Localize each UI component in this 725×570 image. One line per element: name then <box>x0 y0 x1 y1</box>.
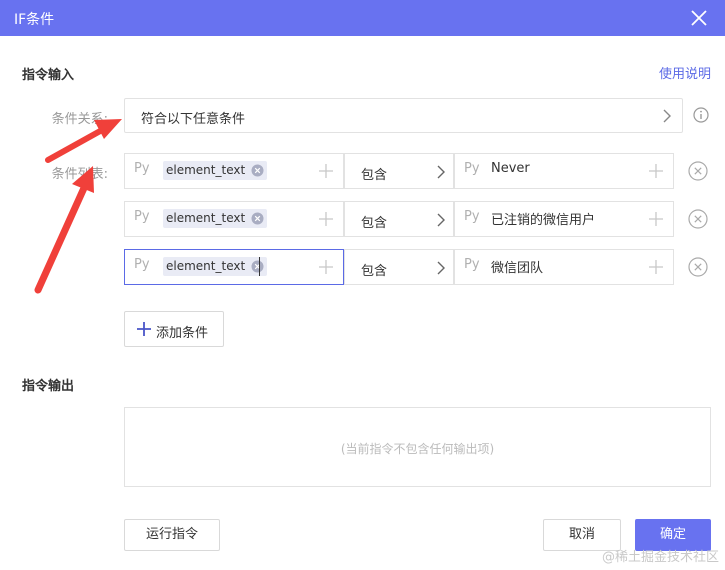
condition-variable-field[interactable]: Py element_text <box>124 201 344 237</box>
operator-value: 包含 <box>361 216 388 231</box>
variable-name: element_text <box>166 259 246 273</box>
input-section-title: 指令输入 <box>22 68 75 83</box>
output-section-title: 指令输出 <box>22 379 75 394</box>
output-panel: (当前指令不包含任何输出项) <box>124 407 711 487</box>
python-prefix: Py <box>464 257 480 272</box>
condition-value-field[interactable]: Py 已注销的微信用户 <box>454 201 674 237</box>
condition-value-field[interactable]: Py 微信团队 <box>454 249 674 285</box>
chevron-right-icon <box>437 213 445 227</box>
python-prefix: Py <box>134 209 150 224</box>
add-condition-button[interactable]: 添加条件 <box>124 311 224 347</box>
text-caret <box>259 257 260 276</box>
remove-chip-icon[interactable] <box>251 212 264 225</box>
help-link[interactable]: 使用说明 <box>659 63 711 82</box>
plus-icon[interactable] <box>649 164 663 178</box>
variable-chip: element_text <box>163 161 268 180</box>
run-button[interactable]: 运行指令 <box>124 519 220 551</box>
output-empty-text: (当前指令不包含任何输出项) <box>340 442 495 456</box>
condition-value: 微信团队 <box>491 261 544 276</box>
operator-value: 包含 <box>361 264 388 279</box>
info-icon[interactable] <box>693 107 709 123</box>
remove-chip-icon[interactable] <box>251 260 264 273</box>
window-title: IF条件 <box>14 12 55 28</box>
operator-value: 包含 <box>361 168 388 183</box>
python-prefix: Py <box>134 161 150 176</box>
remove-condition-icon[interactable] <box>688 209 708 229</box>
variable-chip: element_text <box>163 257 268 276</box>
plus-icon[interactable] <box>649 260 663 274</box>
condition-value-field[interactable]: Py Never <box>454 153 674 189</box>
condition-value: 已注销的微信用户 <box>491 213 596 228</box>
condition-variable-field[interactable]: Py element_text <box>124 249 344 285</box>
chevron-right-icon <box>437 261 445 275</box>
relation-value: 符合以下任意条件 <box>141 112 246 127</box>
title-bar: IF条件 <box>0 0 725 36</box>
python-prefix: Py <box>464 161 480 176</box>
plus-icon[interactable] <box>319 164 333 178</box>
condition-row: Py element_text 包含 Py 微信团队 <box>124 249 714 285</box>
python-prefix: Py <box>134 257 150 272</box>
conditions-label: 条件列表: <box>51 167 108 182</box>
annotation-arrow-conditions <box>34 166 94 294</box>
remove-condition-icon[interactable] <box>688 161 708 181</box>
condition-value: Never <box>491 161 530 176</box>
variable-name: element_text <box>166 163 246 177</box>
plus-icon[interactable] <box>319 260 333 274</box>
condition-row: Py element_text 包含 Py Never <box>124 153 714 189</box>
watermark: @稀土掘金技术社区 <box>601 550 719 565</box>
operator-select[interactable]: 包含 <box>344 153 454 189</box>
add-condition-label: 添加条件 <box>156 326 209 341</box>
python-prefix: Py <box>464 209 480 224</box>
condition-variable-field[interactable]: Py element_text <box>124 153 344 189</box>
remove-condition-icon[interactable] <box>688 257 708 277</box>
remove-chip-icon[interactable] <box>251 164 264 177</box>
plus-icon[interactable] <box>649 212 663 226</box>
plus-icon <box>137 322 151 336</box>
relation-select[interactable]: 符合以下任意条件 <box>124 98 683 133</box>
chevron-right-icon <box>437 165 445 179</box>
variable-chip: element_text <box>163 209 268 228</box>
chevron-right-icon <box>663 109 671 123</box>
plus-icon[interactable] <box>319 212 333 226</box>
relation-label: 条件关系: <box>51 112 108 127</box>
close-icon[interactable] <box>689 8 709 28</box>
operator-select[interactable]: 包含 <box>344 201 454 237</box>
variable-name: element_text <box>166 211 246 225</box>
operator-select[interactable]: 包含 <box>344 249 454 285</box>
condition-row: Py element_text 包含 Py 已注销的微信用户 <box>124 201 714 237</box>
